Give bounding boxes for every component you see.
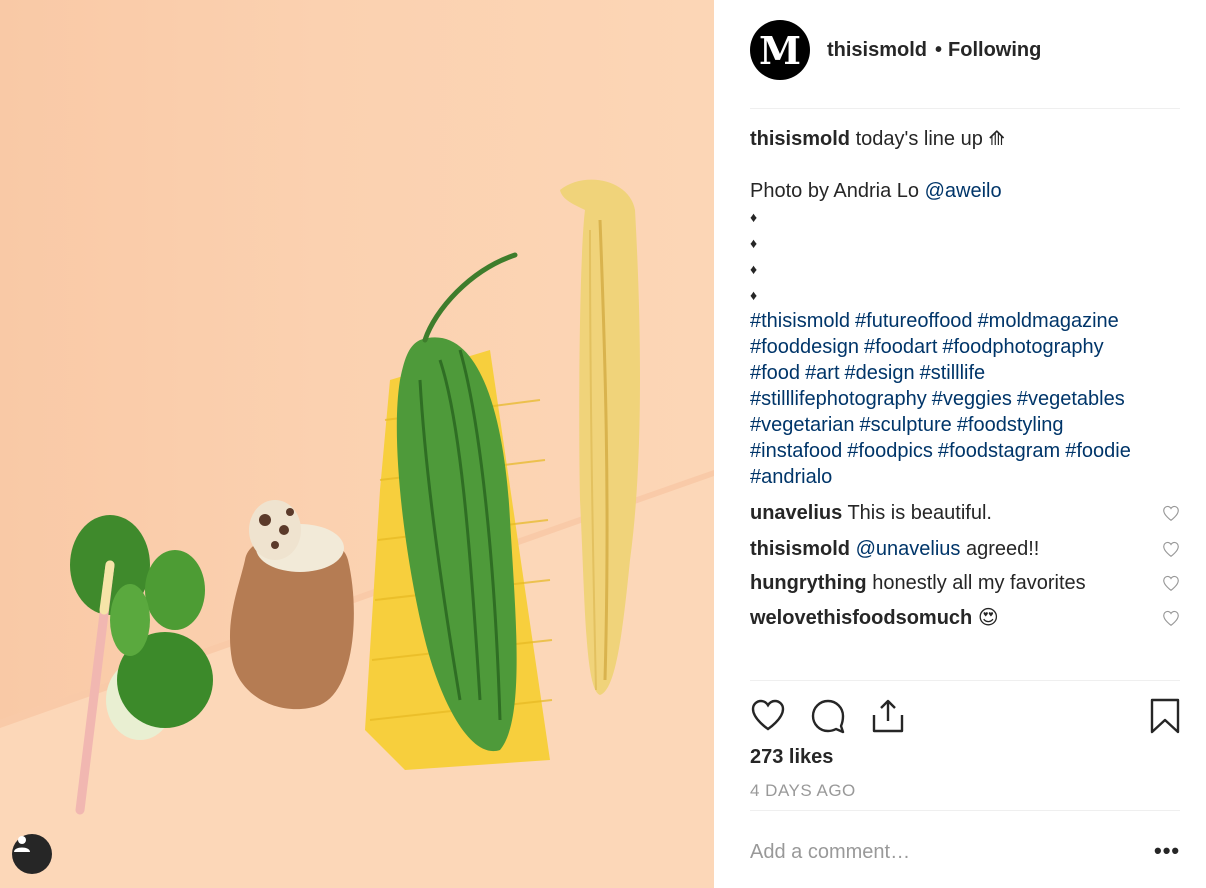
comment-like-heart-icon[interactable] [1162, 505, 1180, 521]
comment-like-heart-icon[interactable] [1162, 610, 1180, 626]
caption: thisismold today's line up ⟰ Photo by An… [750, 126, 1180, 490]
caption-username[interactable]: thisismold [750, 128, 850, 150]
hashtag-link[interactable]: #fooddesign [750, 336, 859, 358]
comment-text: This is beautiful. [847, 502, 992, 524]
caption-credit-line: Photo by Andria Lo @aweilo [750, 178, 1180, 204]
hashtag-list: #thisismold #futureoffood #moldmagazine #f… [750, 308, 1180, 490]
header-username[interactable]: thisismold [827, 39, 927, 62]
comment-like-heart-icon[interactable] [1162, 541, 1180, 557]
diamond-glyph: ♦ [750, 235, 758, 251]
hashtag-link[interactable]: #sculpture [860, 414, 952, 436]
caption-credit: Photo by Andria Lo [750, 180, 920, 202]
hashtag-link[interactable]: #thisismold [750, 310, 850, 332]
hashtag-link[interactable]: #foodie [1065, 440, 1131, 462]
caption-text: today's line up ⟰ [855, 128, 1006, 150]
photo-illustration [0, 179, 714, 888]
comment-item: thisismold @unavelius agreed!! [750, 536, 1180, 562]
heart-icon[interactable] [750, 698, 786, 732]
comment-username[interactable]: thisismold [750, 538, 850, 560]
comment-username[interactable]: welovethisfoodsomuch [750, 607, 972, 629]
comment-bubble-icon[interactable] [810, 698, 846, 734]
footer-divider [750, 810, 1180, 811]
hashtag-link[interactable]: #foodstyling [957, 414, 1064, 436]
header-divider [750, 108, 1180, 109]
add-comment-input[interactable] [750, 838, 1130, 866]
diamond-glyph: ♦ [750, 209, 758, 225]
comment-text: agreed!! [965, 538, 1040, 560]
hashtag-link[interactable]: #vegetables [1017, 388, 1125, 410]
comment-item: unavelius This is beautiful. [750, 500, 1180, 526]
hashtag-link[interactable]: #foodpics [847, 440, 933, 462]
avatar[interactable]: M [750, 20, 810, 80]
comment-username[interactable]: unavelius [750, 502, 842, 524]
post-photo[interactable] [0, 0, 714, 888]
hashtag-link[interactable]: #instafood [750, 440, 842, 462]
hashtag-link[interactable]: #food [750, 362, 800, 384]
hashtag-link[interactable]: #andrialo [750, 466, 832, 488]
hashtag-link[interactable]: #stilllife [920, 362, 986, 384]
potato-shape [229, 500, 354, 710]
hashtag-link[interactable]: #art [805, 362, 839, 384]
hashtag-link[interactable]: #design [845, 362, 915, 384]
diamond-glyph: ♦ [750, 287, 758, 303]
caption-mention-link[interactable]: @aweilo [925, 180, 1002, 202]
comment-item: hungrything honestly all my favorites [750, 570, 1180, 596]
comment-like-heart-icon[interactable] [1162, 575, 1180, 591]
share-icon[interactable] [870, 698, 906, 734]
comment-username[interactable]: hungrything [750, 572, 867, 594]
hashtag-link[interactable]: #stilllifephotography [750, 388, 927, 410]
header-separator: • [935, 38, 943, 61]
diamond-glyph: ♦ [750, 261, 758, 277]
comments-divider [750, 680, 1180, 681]
comment-emoji: 😍 [977, 607, 999, 629]
post-header: M thisismold • Following [750, 20, 1180, 80]
hashtag-link[interactable]: #foodstagram [938, 440, 1060, 462]
hashtag-link[interactable]: #foodart [864, 336, 937, 358]
caption-first-line: thisismold today's line up ⟰ [750, 126, 1180, 152]
hashtag-link[interactable]: #vegetarian [750, 414, 855, 436]
hashtag-link[interactable]: #foodphotography [942, 336, 1103, 358]
bookmark-icon[interactable] [1150, 698, 1180, 734]
hashtag-link[interactable]: #moldmagazine [978, 310, 1119, 332]
comment-text: honestly all my favorites [872, 572, 1086, 594]
user-tag-icon [14, 836, 30, 852]
following-button[interactable]: Following [948, 39, 1041, 62]
more-options-button[interactable]: ••• [1154, 838, 1180, 864]
post-timestamp[interactable]: 4 DAYS AGO [750, 781, 856, 801]
likes-count[interactable]: 273 likes [750, 746, 833, 769]
hashtag-link[interactable]: #veggies [932, 388, 1012, 410]
comment-item: welovethisfoodsomuch 😍 [750, 605, 1180, 631]
hashtag-link[interactable]: #futureoffood [855, 310, 973, 332]
user-tag-button[interactable] [12, 834, 52, 874]
action-bar [750, 698, 1180, 734]
comment-mention-link[interactable]: @unavelius [856, 538, 961, 560]
post-sidebar: M thisismold • Following thisismold toda… [714, 0, 1206, 888]
